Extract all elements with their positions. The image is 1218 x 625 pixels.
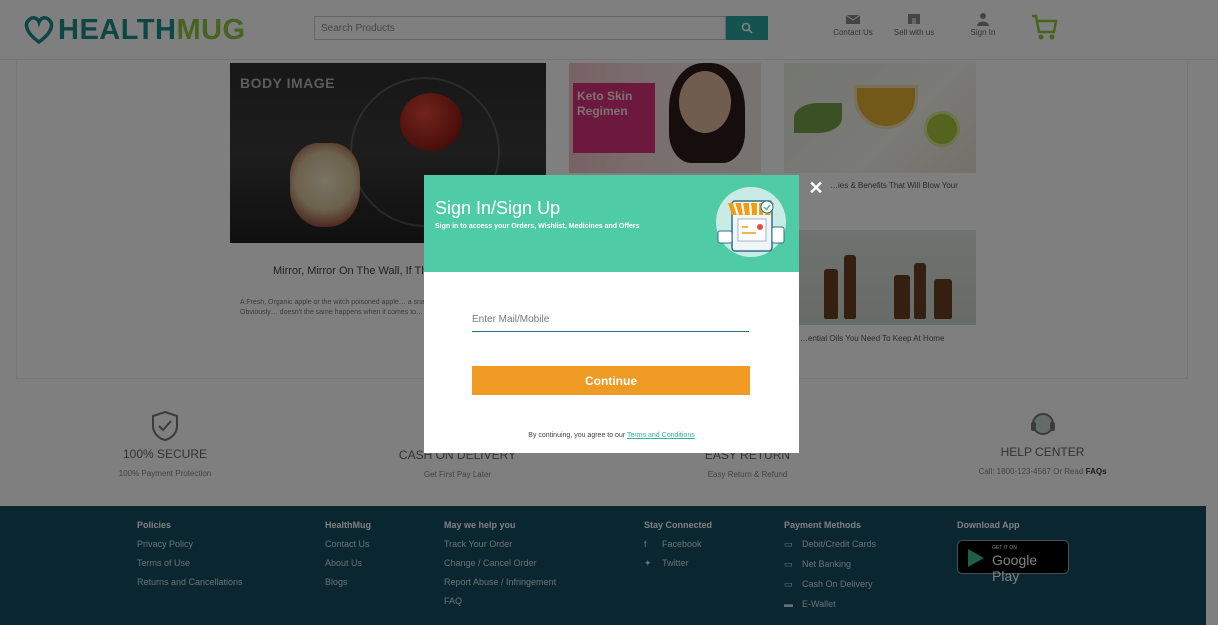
online-store-illustration-icon — [716, 187, 786, 257]
modal-title: Sign In/Sign Up — [435, 198, 561, 218]
terms-text: By continuing, you agree to our Terms an… — [424, 432, 799, 439]
terms-prefix: By continuing, you agree to our — [528, 432, 626, 439]
continue-button[interactable]: Continue — [472, 366, 750, 395]
mail-mobile-input[interactable] — [472, 308, 749, 332]
modal-subtitle: Sign in to access your Orders, Wishlist,… — [435, 223, 640, 230]
terms-and-conditions-link[interactable]: Terms and Conditions — [627, 432, 695, 439]
modal-header: Sign In/Sign Up Sign in to access your O… — [424, 175, 799, 272]
signin-modal: Sign In/Sign Up Sign in to access your O… — [424, 175, 799, 453]
close-icon[interactable]: ✕ — [806, 178, 826, 198]
